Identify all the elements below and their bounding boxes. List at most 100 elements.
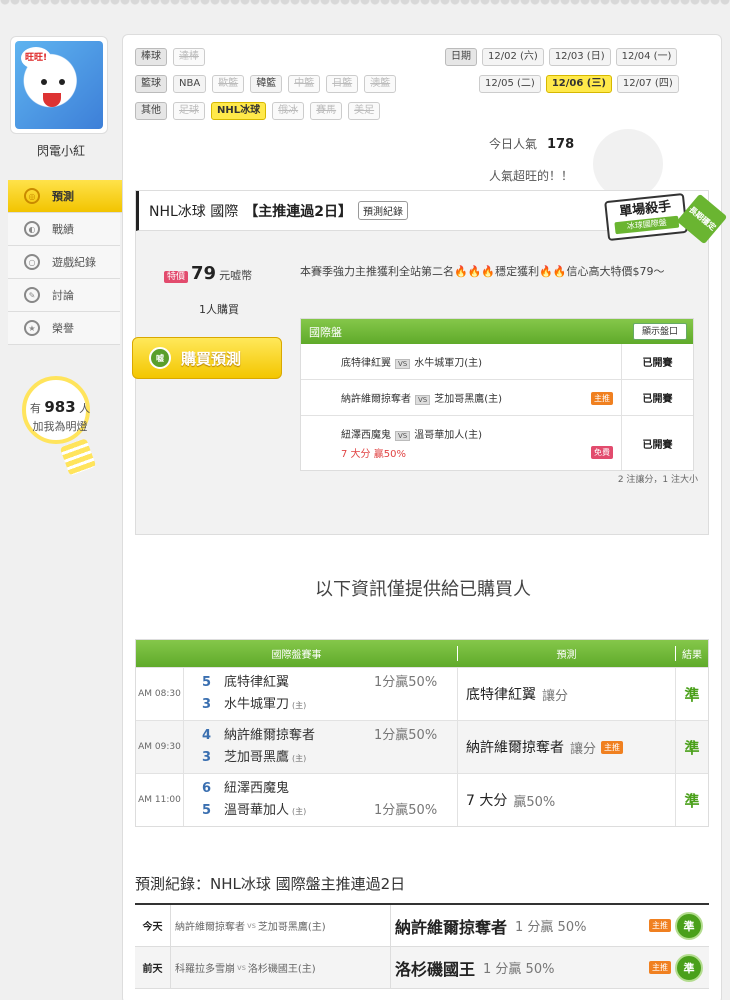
filter-item: 美足 xyxy=(348,101,381,120)
away-team: 底特律紅翼 xyxy=(224,675,290,690)
product-bracket: 【主推連過2日】 xyxy=(244,203,352,220)
date-option[interactable]: 12/03 (日) xyxy=(548,47,611,66)
fans-text: 有 983 人 加我為明燈 xyxy=(10,398,110,436)
game-status: 已開賽 xyxy=(621,344,693,379)
sidebar-item-game-log[interactable]: ○ 遊戲紀錄 xyxy=(8,246,120,279)
fans-prefix: 有 xyxy=(29,402,41,415)
away-score: 4 xyxy=(202,728,212,743)
buy-button-label: 購買預測 xyxy=(181,349,242,368)
filter-item: 歐籃 xyxy=(212,74,245,93)
pick: 底特律紅翼 xyxy=(466,687,536,703)
medal-icon: ★ xyxy=(24,320,40,336)
avatar[interactable]: 旺旺! xyxy=(10,36,108,134)
show-odds-button[interactable]: 顯示盤口 xyxy=(632,323,687,340)
filter-item: 中籃 xyxy=(288,74,321,93)
home-mark: (主) xyxy=(292,754,307,763)
date-option[interactable]: 12/04 (一) xyxy=(615,47,678,66)
history-table: 今天 納許維爾掠奪者 vs 芝加哥黑鷹(主) 納許維爾掠奪者 1 分贏 50% 主推 … xyxy=(135,903,709,989)
product-title: NHL冰球 國際 xyxy=(149,203,239,220)
away-team: 紐澤西魔鬼 xyxy=(224,781,290,796)
pick: 洛杉磯國王 xyxy=(395,959,476,979)
filter-row-other: 其他 足球 NHL冰球 俄冰 賽馬 美足 xyxy=(135,101,425,120)
pick: 7 大分 xyxy=(466,793,508,809)
home-team: 芝加哥黑鷹(主) xyxy=(434,394,503,405)
vs-icon: VS xyxy=(415,395,431,405)
date-option-selected[interactable]: 12/06 (三) xyxy=(545,74,612,93)
filter-item: 足球 xyxy=(173,101,205,120)
sidebar-item-record[interactable]: ◐ 戰績 xyxy=(8,213,120,246)
results-header: 國際盤賽事 預測 結果 xyxy=(136,640,708,667)
sport-filters: 棒球 達棒 籃球 NBA 歐籃 韓籃 中籃 日籃 澳籃 其他 足球 NHL冰球 … xyxy=(135,47,425,128)
date-row: 12/05 (二) 12/06 (三) 12/07 (四) xyxy=(445,74,715,93)
away-team: 科羅拉多雪崩 xyxy=(175,964,235,975)
sidebar-item-discuss[interactable]: ✎ 討論 xyxy=(8,279,120,312)
sidebar-item-label: 榮譽 xyxy=(52,322,74,335)
result-badge: 準 xyxy=(675,954,703,982)
away-team: 納許維爾掠奪者 xyxy=(224,728,316,743)
header-result: 結果 xyxy=(682,650,702,661)
history-row[interactable]: 前天 科羅拉多雪崩 vs 洛杉磯國王(主) 洛杉磯國王 1 分贏 50% 主推 準 xyxy=(135,947,709,989)
fans-lightbulb[interactable]: 有 983 人 加我為明燈 xyxy=(10,376,110,486)
filter-row-baseball: 棒球 達棒 xyxy=(135,47,425,66)
game-row: 紐澤西魔鬼 VS 溫哥華加人(主) 7 大分 贏50% 免費 已開賽 xyxy=(301,416,693,470)
date-option[interactable]: 12/05 (二) xyxy=(479,74,541,93)
prediction-product: NHL冰球 國際 【主推連過2日】 預測紀錄 單場殺手 冰球國際盤 長期穩定 特… xyxy=(132,190,728,535)
top-scallop-border xyxy=(0,0,730,10)
sidebar-item-honor[interactable]: ★ 榮譽 xyxy=(8,312,120,345)
popularity-message: 人氣超旺的！！ xyxy=(489,169,574,183)
away-team: 納許維爾掠奪者 xyxy=(341,394,411,405)
pick-type: 讓分 xyxy=(570,741,597,757)
filter-category-basketball: 籃球 xyxy=(135,74,167,93)
history-day: 前天 xyxy=(135,947,171,988)
product-description: 本賽季強力主推獲利全站第二名🔥🔥🔥穩定獲利🔥🔥信心高大特價$79～ xyxy=(300,265,665,278)
featured-tag: 主推 xyxy=(601,740,624,754)
filter-item-nhl[interactable]: NHL冰球 xyxy=(211,101,267,120)
home-mark: (主) xyxy=(292,701,307,710)
coin-icon: 嘘 xyxy=(149,347,171,369)
table-row: AM 11:00 6 紐澤西魔鬼 5 溫哥華加人 (主) 1分贏50% 7 大分 贏50… xyxy=(136,773,708,826)
avatar-eye xyxy=(41,79,47,85)
odds: 1分贏50% xyxy=(374,675,438,690)
history-row[interactable]: 今天 納許維爾掠奪者 vs 芝加哥黑鷹(主) 納許維爾掠奪者 1 分贏 50% 主推 … xyxy=(135,905,709,947)
home-score: 3 xyxy=(202,750,212,765)
home-team: 溫哥華加人(主) xyxy=(414,430,483,441)
prediction-cell: 納許維爾掠奪者 讓分 主推 xyxy=(458,721,676,773)
pick: 納許維爾掠奪者 xyxy=(395,917,508,937)
prediction-record-button[interactable]: 預測紀錄 xyxy=(358,201,408,220)
buyers-only-message: 以下資訊僅提供給已購買人 xyxy=(315,579,531,600)
odds: 1分贏50% xyxy=(374,803,438,818)
table-row: AM 08:30 5 底特律紅翼 3 水牛城軍刀 (主) 1分贏50% 底特律紅翼 讓分… xyxy=(136,667,708,720)
price-value: 79 xyxy=(191,263,217,284)
date-option[interactable]: 12/02 (六) xyxy=(482,47,544,66)
match-cell: 4 納許維爾掠奪者 3 芝加哥黑鷹 (主) 1分贏50% xyxy=(184,721,458,773)
vs-text: vs xyxy=(247,921,256,930)
buy-prediction-button[interactable]: 嘘 購買預測 xyxy=(132,337,282,379)
result-badge: 準 xyxy=(675,912,703,940)
filter-item-nba[interactable]: NBA xyxy=(173,74,207,93)
price-tag: 特價 xyxy=(164,271,189,283)
filter-item: 日籃 xyxy=(326,74,359,93)
sidebar-item-label: 預測 xyxy=(52,190,74,203)
prediction-cell: 底特律紅翼 讓分 xyxy=(458,668,676,720)
date-option[interactable]: 12/07 (四) xyxy=(616,74,679,93)
buyer-count: 1人購買 xyxy=(199,303,239,316)
game-teams: 底特律紅翼 VS 水牛城軍刀(主) xyxy=(301,344,621,379)
record-icon: ○ xyxy=(24,254,40,270)
history-day: 今天 xyxy=(135,905,171,946)
results-table: 國際盤賽事 預測 結果 AM 08:30 5 底特律紅翼 3 水牛城軍刀 (主) 1分… xyxy=(135,639,709,827)
game-time: AM 08:30 xyxy=(136,668,184,720)
filter-item: 俄冰 xyxy=(272,101,305,120)
date-row: 日期 12/02 (六) 12/03 (日) 12/04 (一) xyxy=(445,47,715,66)
fans-count: 983 xyxy=(44,398,76,416)
game-status: 已開賽 xyxy=(621,380,693,415)
sidebar-item-prediction[interactable]: ◎ 預測 xyxy=(8,180,134,213)
filter-category-other: 其他 xyxy=(135,101,167,120)
game-row: 底特律紅翼 VS 水牛城軍刀(主) 已開賽 xyxy=(301,344,693,380)
filter-item: 賽馬 xyxy=(310,101,343,120)
table-row: AM 09:30 4 納許維爾掠奪者 3 芝加哥黑鷹 (主) 1分贏50% 納許維爾掠… xyxy=(136,720,708,773)
price-unit: 元嘘幣 xyxy=(219,269,253,282)
filter-item-kbl[interactable]: 韓籃 xyxy=(250,74,283,93)
featured-tag: 主推 xyxy=(591,392,613,405)
vs-icon: VS xyxy=(395,431,411,441)
away-score: 5 xyxy=(202,675,212,690)
